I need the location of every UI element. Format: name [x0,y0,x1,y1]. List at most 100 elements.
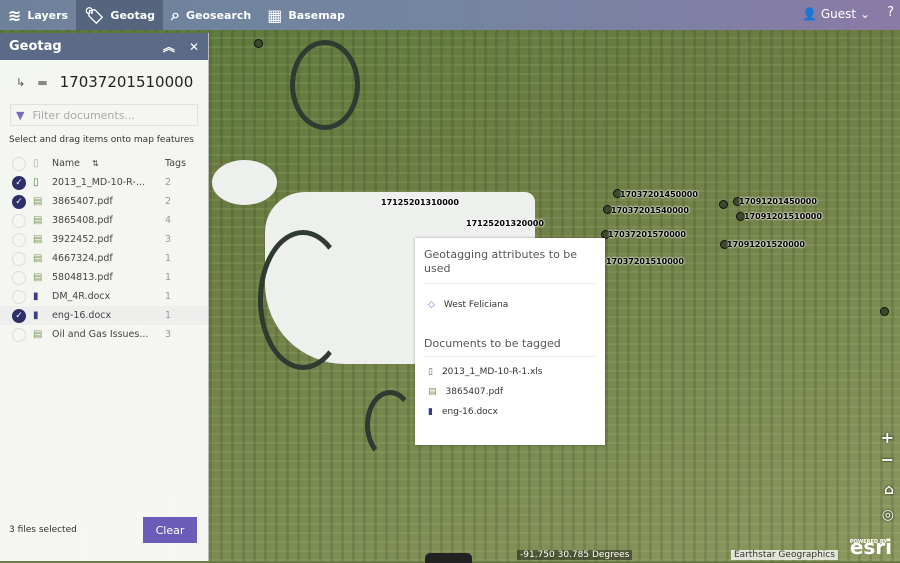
collapse-icon[interactable]: ︽ [163,38,175,55]
file-checkbox[interactable]: ✓ [12,308,26,323]
file-name: 3865407.pdf [52,196,113,207]
pdf-file-icon: ▤ [33,272,43,283]
locate-button[interactable]: ◎ [882,507,894,523]
select-all-checkbox[interactable] [12,156,26,171]
file-row[interactable]: ✓ ▤ 3865407.pdf 2 [0,192,208,211]
doc-item: ▯ 2013_1_MD-10-R-1.xls [424,367,596,377]
doc-item: ▮ eng-16.docx [424,407,596,417]
geotag-popup: Geotagging attributes to be used ◇ West F… [415,238,605,445]
well-marker[interactable] [254,39,263,48]
file-checkbox[interactable] [12,232,26,247]
xls-file-icon: ▯ [33,177,39,188]
map-label[interactable]: 17037201450000 [620,190,698,199]
file-tags: 1 [165,310,172,321]
file-checkbox[interactable]: ✓ [12,175,26,190]
river [258,230,348,370]
map-label[interactable]: 17091201510000 [744,212,822,221]
column-tags[interactable]: Tags [165,158,186,169]
up-level-icon[interactable]: ↳ [16,76,25,89]
esri-logo[interactable]: POWERED BY esri [850,537,892,557]
attribute-item: ◇ West Feliciana [428,300,596,310]
filter-input[interactable]: ▼ Filter documents... [10,104,198,126]
home-button[interactable]: ⌂ [884,482,894,498]
file-tags: 1 [165,291,172,302]
file-name: 5804813.pdf [52,272,113,283]
close-icon[interactable]: ✕ [189,40,199,54]
doc-name: eng-16.docx [441,407,498,417]
tab-geosearch[interactable]: ⌕ Geosearch [163,0,259,30]
pdf-file-icon: ▤ [33,234,43,245]
tab-layers[interactable]: ≋ Layers [0,0,76,30]
column-name[interactable]: Name [52,158,92,169]
map-attribution[interactable]: Earthstar Geographics [731,550,838,560]
file-row[interactable]: ▤ 3922452.pdf 3 [0,230,208,249]
file-checkbox[interactable] [12,213,26,228]
map-label[interactable]: 17091201520000 [727,240,805,249]
map-label[interactable]: 17091201450000 [739,197,817,206]
file-row[interactable]: ▤ Oil and Gas Issues... 3 [0,325,208,344]
clear-button[interactable]: Clear [143,517,197,543]
file-checkbox[interactable]: ✓ [12,194,26,209]
filter-icon: ▼ [16,108,25,122]
map-label[interactable]: 17125201320000 [466,219,544,228]
attribute-value: West Feliciana [443,300,509,310]
tab-label: Layers [27,8,69,22]
docx-file-icon: ▮ [428,407,433,417]
list-header: ▯ Name ⇅ Tags [0,154,208,173]
layers-icon: ≋ [8,5,22,25]
file-checkbox[interactable] [12,289,26,304]
file-name: 2013_1_MD-10-R-... [52,177,145,188]
docs-title: Documents to be tagged [424,337,561,350]
user-name: Guest [820,7,857,21]
tag-icon: 🏷 [84,5,105,25]
map-label[interactable]: 17037201570000 [608,230,686,239]
doc-name: 2013_1_MD-10-R-1.xls [441,367,543,377]
chevron-down-icon: ⌄ [859,7,870,21]
file-checkbox[interactable] [12,251,26,266]
panel-title: Geotag [9,39,62,54]
file-row[interactable]: ▮ DM_4R.docx 1 [0,287,208,306]
file-tags: 2 [165,177,172,188]
file-row[interactable]: ▤ 5804813.pdf 1 [0,268,208,287]
folder-icon: ▬ [37,75,48,89]
file-name: 3865408.pdf [52,215,113,226]
file-checkbox[interactable] [12,270,26,285]
file-checkbox[interactable] [12,327,26,342]
pdf-file-icon: ▤ [33,215,43,226]
zoom-out-button[interactable]: − [881,450,894,469]
file-row[interactable]: ▤ 4667324.pdf 1 [0,249,208,268]
selection-count: 3 files selected [9,525,77,535]
map-label[interactable]: 17037201540000 [611,206,689,215]
doc-name: 3865407.pdf [445,387,504,397]
file-icon: ▯ [33,158,39,169]
zoom-in-button[interactable]: + [881,428,894,447]
doc-item: ▤ 3865407.pdf [424,387,596,397]
tag-icon: ◇ [428,300,435,310]
help-button[interactable]: ? [887,5,894,20]
river [365,390,415,460]
sort-icon[interactable]: ⇅ [92,159,165,168]
popup-title: Geotagging attributes to be used [424,248,596,284]
file-row[interactable]: ✓ ▯ 2013_1_MD-10-R-... 2 [0,173,208,192]
tab-label: Geosearch [186,8,252,22]
bottom-drawer-handle[interactable] [425,553,472,563]
map-label[interactable]: 17037201510000 [606,257,684,266]
well-marker[interactable] [719,200,728,209]
file-tags: 1 [165,272,172,283]
lake [212,160,277,205]
file-name: DM_4R.docx [52,291,111,302]
pdf-file-icon: ▤ [33,329,43,340]
tab-geotag[interactable]: 🏷 Geotag [76,0,164,30]
user-menu[interactable]: 👤 Guest ⌄ [802,7,870,21]
well-marker[interactable] [880,307,889,316]
hint-text: Select and drag items onto map features [9,135,194,145]
file-tags: 3 [165,329,172,340]
map-label[interactable]: 17125201310000 [381,198,459,207]
file-row[interactable]: ▤ 3865408.pdf 4 [0,211,208,230]
docx-file-icon: ▮ [33,291,39,302]
tab-basemap[interactable]: ▦ Basemap [259,0,353,30]
file-row[interactable]: ✓ ▮ eng-16.docx 1 [0,306,208,325]
user-icon: 👤 [802,7,821,21]
geosearch-icon: ⌕ [171,5,180,24]
file-tags: 4 [165,215,172,226]
